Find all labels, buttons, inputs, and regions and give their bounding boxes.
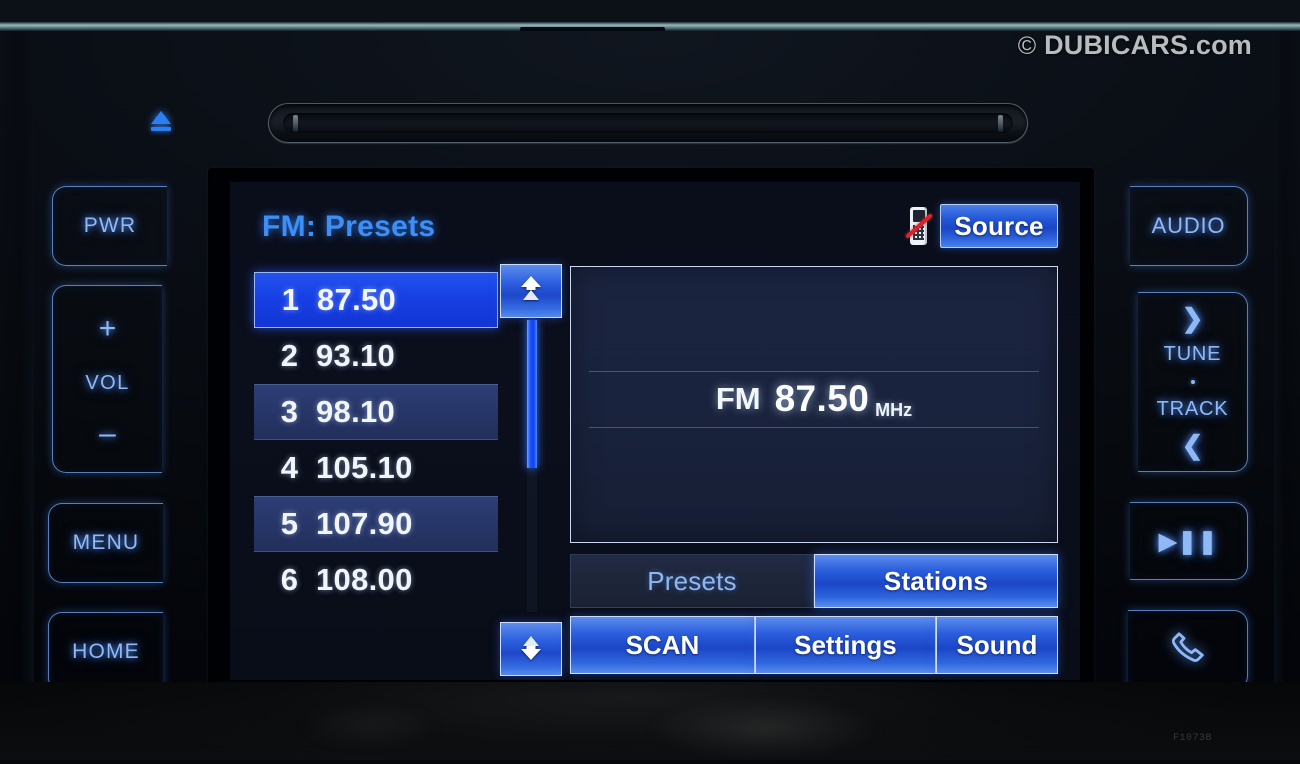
tab-presets[interactable]: Presets [570, 554, 814, 608]
power-button[interactable]: PWR [52, 186, 167, 266]
tab-presets-label: Presets [647, 565, 737, 596]
preset-frequency: 107.90 [316, 506, 413, 541]
chevron-right-icon: ❯ [1181, 302, 1204, 333]
track-label: TRACK [1156, 397, 1229, 420]
faceplate-right-edge [1274, 31, 1300, 760]
source-button[interactable]: Source [940, 204, 1058, 248]
settings-button[interactable]: Settings [754, 616, 936, 674]
action-bar: SCAN Settings Sound [570, 616, 1058, 674]
source-button-label: Source [954, 210, 1044, 241]
volume-label: VOL [85, 372, 130, 394]
power-button-label: PWR [83, 214, 137, 237]
watermark-text: DUBICARS.com [1044, 30, 1252, 60]
preset-number: 2 [280, 338, 298, 373]
eject-bar [151, 127, 171, 131]
phone-disconnected-icon [904, 204, 934, 248]
preset-frequency: 93.10 [316, 338, 396, 373]
cd-slot[interactable] [268, 103, 1028, 143]
phone-button[interactable] [1128, 610, 1248, 690]
tab-stations[interactable]: Stations [814, 554, 1058, 608]
preset-number: 6 [280, 562, 298, 597]
menu-button-label: MENU [72, 531, 140, 554]
preset-row[interactable]: 2 93.10 [254, 328, 498, 384]
tune-label: TUNE [1163, 342, 1222, 365]
frequency-unit: MHz [875, 400, 913, 420]
cd-slot-opening [283, 113, 1013, 133]
watermark: © DUBICARS.com [1018, 30, 1252, 61]
menu-button[interactable]: MENU [48, 503, 163, 583]
tune-track-rocker[interactable]: ❯ TUNE TRACK ❮ [1138, 292, 1248, 472]
settings-button-label: Settings [794, 629, 897, 660]
touchscreen[interactable]: FM: Presets Source 1 87.50 2 93.10 3 98.… [230, 182, 1080, 680]
volume-down-label: – [99, 417, 116, 450]
preset-row[interactable]: 4 105.10 [254, 440, 498, 496]
scroll-up-button[interactable] [500, 264, 562, 318]
copyright-symbol: © [1017, 32, 1037, 60]
panel-divider-bottom [589, 427, 1039, 428]
audio-button[interactable]: AUDIO [1130, 186, 1248, 266]
play-pause-button[interactable]: ▶❚❚ [1130, 502, 1248, 580]
scan-button[interactable]: SCAN [570, 616, 755, 674]
shelf-reflection [600, 694, 930, 764]
tab-bar: Presets Stations [570, 554, 1058, 608]
band-label: FM [715, 381, 761, 416]
scan-button-label: SCAN [625, 629, 700, 660]
chevron-up-double-icon [518, 274, 544, 309]
faceplate-left-edge [0, 31, 34, 760]
chevron-left-icon: ❮ [1181, 429, 1204, 460]
separator-dot [1190, 380, 1195, 384]
preset-number: 3 [280, 394, 298, 429]
tab-stations-label: Stations [883, 565, 989, 596]
preset-row[interactable]: 6 108.00 [254, 552, 498, 608]
eject-triangle [151, 111, 171, 124]
chevron-down-double-icon [518, 632, 544, 667]
home-button[interactable]: HOME [48, 612, 163, 692]
lcd-bezel: FM: Presets Source 1 87.50 2 93.10 3 98.… [208, 168, 1094, 696]
cd-slot-tick-left [293, 115, 298, 132]
head-unit: © DUBICARS.com PWR + VOL – MENU HOME AUD… [0, 0, 1300, 764]
model-code-label: F1073B [1172, 733, 1212, 744]
scrollbar-track[interactable] [527, 320, 537, 612]
preset-number: 1 [281, 282, 299, 317]
shelf-reflection-secondary [270, 700, 470, 752]
now-playing-panel: FM 87.50 MHz [570, 266, 1058, 543]
play-pause-icon: ▶❚❚ [1158, 527, 1219, 554]
preset-number: 5 [280, 506, 298, 541]
preset-frequency: 98.10 [316, 394, 396, 429]
preset-scrollbar[interactable] [500, 264, 562, 676]
preset-row[interactable]: 5 107.90 [254, 496, 498, 552]
phone-handset-icon [1168, 628, 1208, 673]
sound-button-label: Sound [956, 629, 1038, 660]
volume-rocker[interactable]: + VOL – [52, 285, 162, 473]
eject-icon[interactable] [148, 110, 174, 136]
preset-frequency: 87.50 [317, 282, 397, 317]
preset-list[interactable]: 1 87.50 2 93.10 3 98.10 4 105.10 5 107.9… [254, 272, 498, 610]
dash-shelf [0, 682, 1300, 764]
home-button-label: HOME [72, 640, 140, 663]
volume-up-label: + [98, 312, 117, 345]
frequency-value: 87.50 [774, 378, 870, 419]
frequency-readout: FM 87.50 MHz [571, 371, 1057, 427]
audio-button-label: AUDIO [1151, 213, 1226, 238]
scroll-down-button[interactable] [500, 622, 562, 676]
preset-row[interactable]: 1 87.50 [254, 272, 498, 328]
page-title: FM: Presets [262, 210, 436, 243]
preset-frequency: 105.10 [316, 450, 413, 485]
preset-number: 4 [280, 450, 298, 485]
preset-row[interactable]: 3 98.10 [254, 384, 498, 440]
preset-frequency: 108.00 [316, 562, 413, 597]
cd-slot-tick-right [998, 115, 1003, 132]
sound-button[interactable]: Sound [935, 616, 1058, 674]
scrollbar-thumb[interactable] [527, 320, 537, 468]
